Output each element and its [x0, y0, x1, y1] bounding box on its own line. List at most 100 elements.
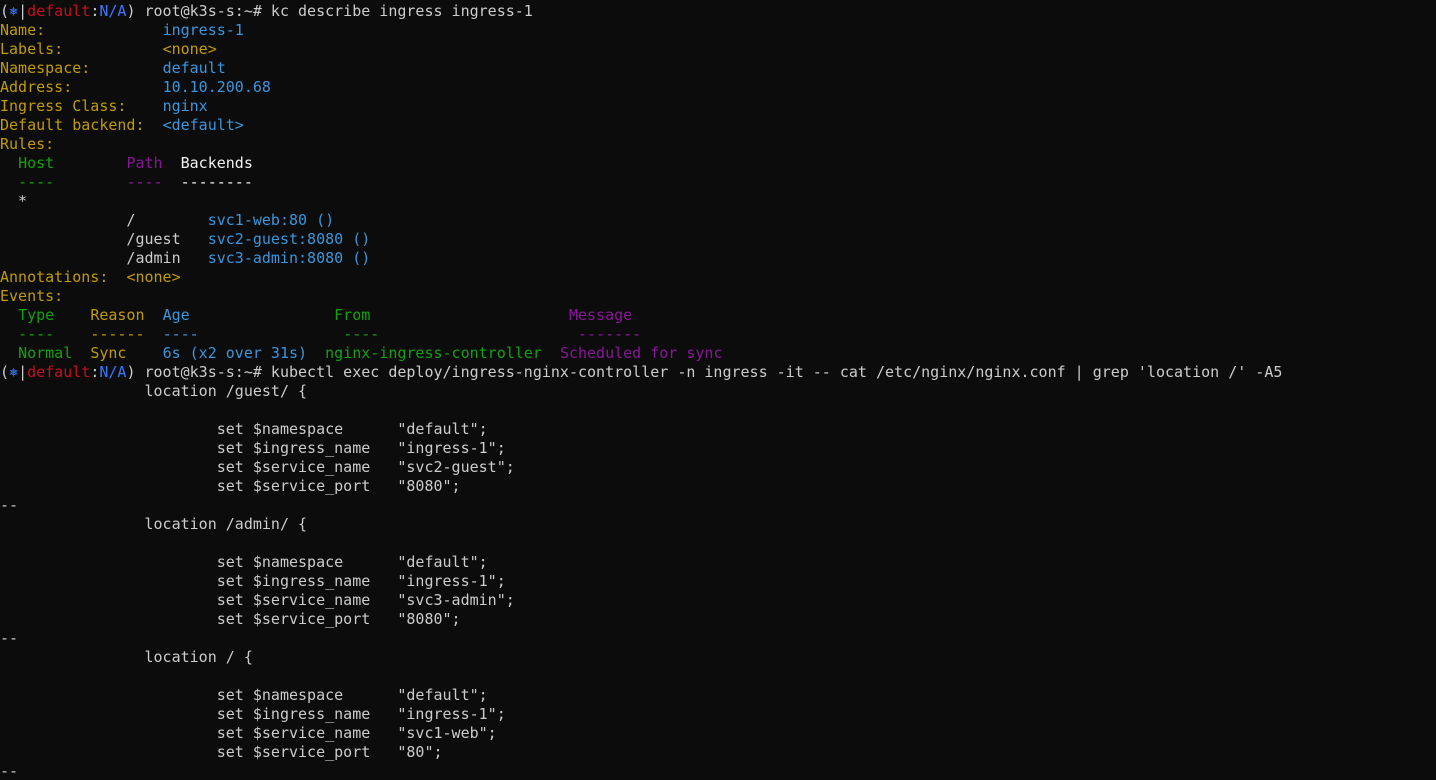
text-segment: Scheduled for sync: [559, 344, 723, 362]
describe-events: Events:: [0, 287, 1436, 306]
text-segment: :: [90, 2, 100, 20]
text-segment: [0, 325, 18, 343]
text-segment: [0, 173, 18, 191]
rules-header: Host Path Backends: [0, 154, 1436, 173]
text-segment: /guest: [0, 230, 208, 248]
text-segment: ----: [18, 173, 55, 191]
rules-header-underline: ---- ---- --------: [0, 173, 1436, 192]
text-segment: [126, 344, 162, 362]
describe-default-backend: Default backend: <default>: [0, 116, 1436, 135]
text-segment: ) root@k3s-s:~# kc describe ingress ingr…: [126, 2, 533, 20]
text-segment: <none>: [162, 40, 217, 58]
text-segment: default: [27, 2, 91, 20]
text-segment: --: [0, 629, 19, 647]
output-separator: --: [0, 496, 1436, 515]
text-segment: Rules:: [0, 135, 55, 153]
text-segment: Address:: [0, 78, 163, 96]
text-segment: Default backend:: [0, 116, 163, 134]
text-segment: :: [90, 363, 100, 381]
text-segment: svc3-admin:8080 (): [207, 249, 371, 267]
text-segment: (: [0, 363, 10, 381]
text-segment: default: [162, 59, 226, 77]
output-line: set $ingress_name "ingress-1";: [0, 572, 1436, 591]
text-segment: 6s (x2 over 31s): [162, 344, 308, 362]
text-segment: (: [0, 2, 10, 20]
text-segment: Type: [18, 306, 55, 324]
text-segment: ----: [343, 325, 380, 343]
text-segment: set $namespace "default";: [0, 686, 488, 704]
output-line: set $service_name "svc2-guest";: [0, 458, 1436, 477]
describe-labels: Labels: <none>: [0, 40, 1436, 59]
events-header: Type Reason Age From Message: [0, 306, 1436, 325]
text-segment: [54, 325, 90, 343]
text-segment: ----: [126, 173, 163, 191]
output-line: location / {: [0, 648, 1436, 667]
terminal-window[interactable]: (⎈|default:N/A) root@k3s-s:~# kc describ…: [0, 0, 1436, 780]
rules-path-root: / svc1-web:80 (): [0, 211, 1436, 230]
text-segment: [0, 344, 18, 362]
text-segment: set $service_name "svc3-admin";: [0, 591, 515, 609]
text-segment: set $ingress_name "ingress-1";: [0, 439, 506, 457]
describe-annotations: Annotations: <none>: [0, 268, 1436, 287]
text-segment: 10.10.200.68: [162, 78, 271, 96]
text-segment: location /guest/ {: [0, 382, 308, 400]
text-segment: location /admin/ {: [0, 515, 308, 533]
text-segment: From: [334, 306, 371, 324]
text-segment: [307, 344, 325, 362]
text-segment: svc2-guest:8080 (): [207, 230, 371, 248]
text-segment: Reason: [90, 306, 145, 324]
text-segment: set $ingress_name "ingress-1";: [0, 572, 506, 590]
text-segment: Normal: [18, 344, 73, 362]
output-line: location /guest/ {: [0, 382, 1436, 401]
text-segment: [145, 325, 163, 343]
text-segment: *: [0, 192, 28, 210]
text-segment: Path: [126, 154, 163, 172]
output-line: set $namespace "default";: [0, 686, 1436, 705]
output-line: set $service_name "svc3-admin";: [0, 591, 1436, 610]
text-segment: --: [0, 496, 19, 514]
text-segment: Events:: [0, 287, 64, 305]
text-segment: [54, 306, 90, 324]
output-line: set $namespace "default";: [0, 420, 1436, 439]
output-line: set $service_port "80";: [0, 743, 1436, 762]
text-segment: set $service_name "svc1-web";: [0, 724, 497, 742]
text-segment: [0, 154, 18, 172]
text-segment: /: [0, 211, 208, 229]
text-segment: ------: [90, 325, 145, 343]
output-line: set $namespace "default";: [0, 553, 1436, 572]
text-segment: [190, 306, 335, 324]
kubernetes-wheel-icon: ⎈: [9, 2, 19, 20]
text-segment: Labels:: [0, 40, 163, 58]
text-segment: set $namespace "default";: [0, 420, 488, 438]
text-segment: [370, 306, 569, 324]
text-segment: --------: [180, 173, 253, 191]
output-line: set $ingress_name "ingress-1";: [0, 705, 1436, 724]
rules-path-admin: /admin svc3-admin:8080 (): [0, 249, 1436, 268]
text-segment: [72, 344, 90, 362]
output-separator: --: [0, 629, 1436, 648]
output-line: set $service_port "8080";: [0, 477, 1436, 496]
text-segment: [163, 173, 181, 191]
text-segment: [542, 344, 560, 362]
text-segment: set $service_port "8080";: [0, 477, 461, 495]
text-segment: nginx-ingress-controller: [325, 344, 542, 362]
describe-namespace: Namespace: default: [0, 59, 1436, 78]
text-segment: |: [18, 363, 28, 381]
prompt-line: (⎈|default:N/A) root@k3s-s:~# kubectl ex…: [0, 363, 1436, 382]
text-segment: Backends: [180, 154, 253, 172]
text-segment: Message: [568, 306, 633, 324]
output-line: set $ingress_name "ingress-1";: [0, 439, 1436, 458]
text-segment: |: [18, 2, 28, 20]
events-row: Normal Sync 6s (x2 over 31s) nginx-ingre…: [0, 344, 1436, 363]
text-segment: Host: [18, 154, 55, 172]
text-segment: set $service_port "80";: [0, 743, 443, 761]
rules-path-guest: /guest svc2-guest:8080 (): [0, 230, 1436, 249]
text-segment: location / {: [0, 648, 253, 666]
text-segment: set $namespace "default";: [0, 553, 488, 571]
output-line: set $service_port "8080";: [0, 610, 1436, 629]
text-segment: N/A: [99, 363, 127, 381]
text-segment: <none>: [126, 268, 181, 286]
text-segment: set $ingress_name "ingress-1";: [0, 705, 506, 723]
